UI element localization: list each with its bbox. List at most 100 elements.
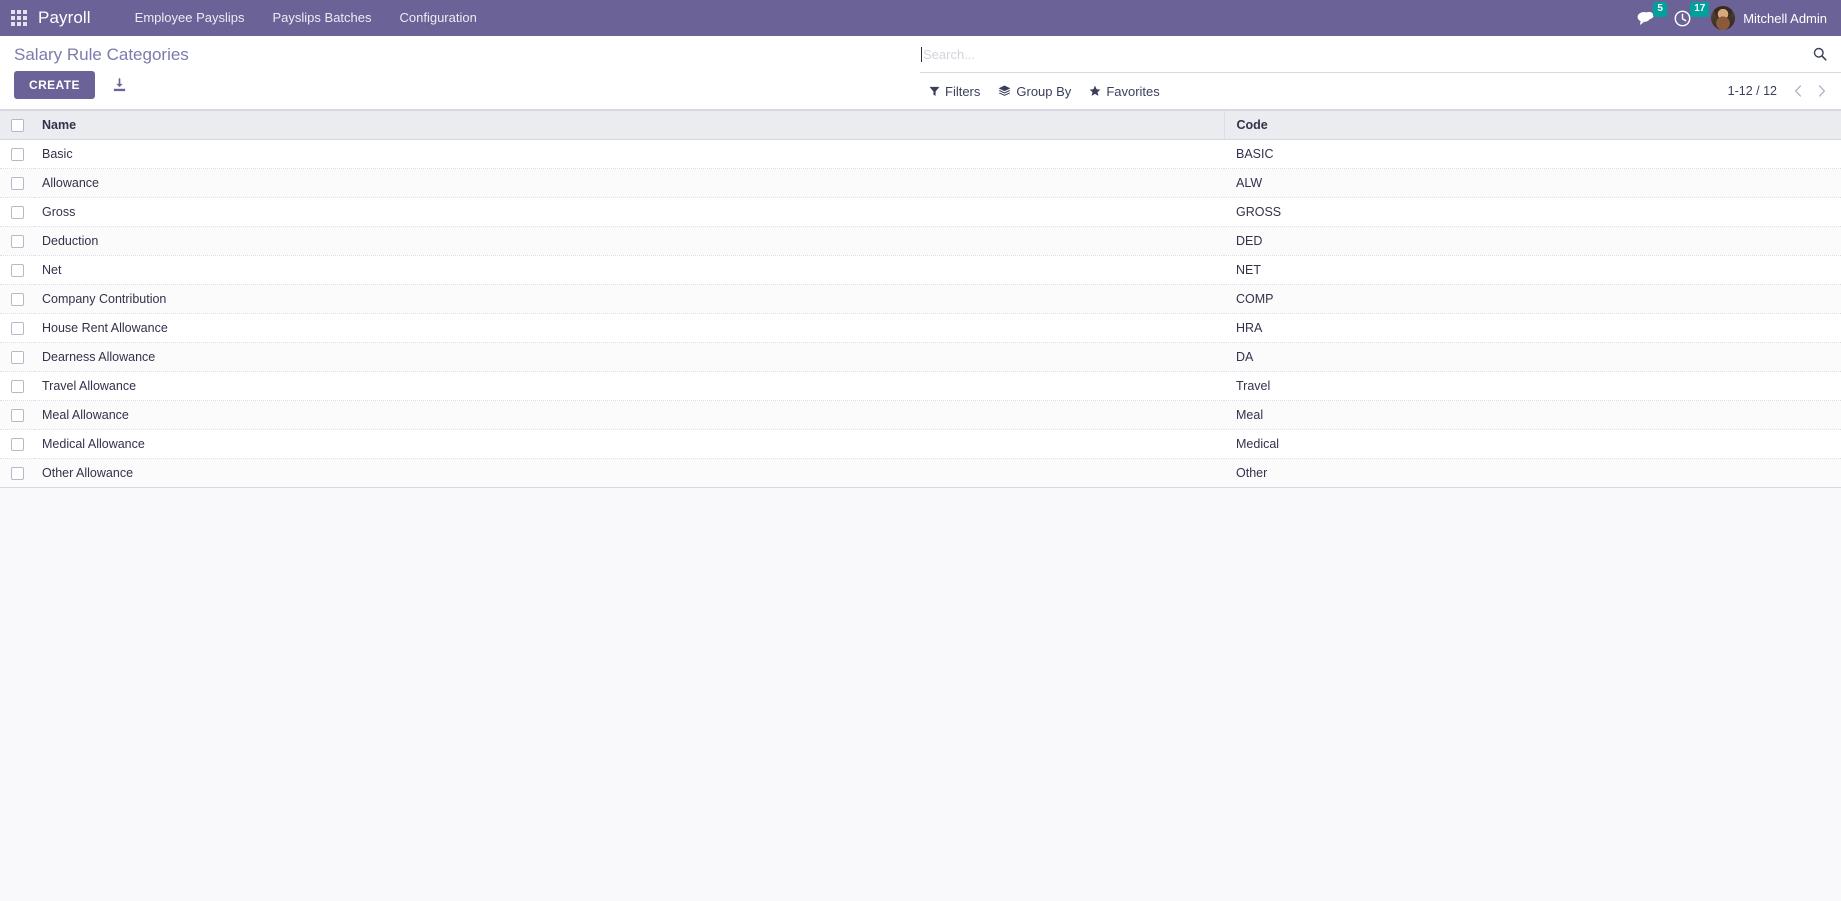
control-panel-left: Salary Rule Categories CREATE: [0, 36, 920, 99]
table-row[interactable]: Meal Allowance Meal: [0, 400, 1841, 430]
messages-badge: 5: [1653, 2, 1668, 17]
column-header-name[interactable]: Name: [34, 110, 1224, 140]
activities-badge: 17: [1690, 2, 1710, 17]
cell-code[interactable]: NET: [1224, 255, 1841, 285]
page-title: Salary Rule Categories: [14, 45, 189, 64]
table-row[interactable]: Dearness Allowance DA: [0, 342, 1841, 372]
chevron-right-icon: [1818, 85, 1826, 97]
export-button[interactable]: [109, 74, 131, 96]
cell-code[interactable]: Travel: [1224, 371, 1841, 401]
row-checkbox[interactable]: [10, 380, 24, 394]
row-select-cell: [0, 284, 34, 314]
column-header-code[interactable]: Code: [1223, 110, 1841, 140]
cell-name[interactable]: Deduction: [34, 226, 1224, 256]
brand-payroll[interactable]: Payroll: [38, 8, 97, 28]
select-all-checkbox[interactable]: [10, 119, 24, 133]
navbar-menu: Employee Payslips Payslips Batches Confi…: [121, 0, 491, 36]
row-checkbox[interactable]: [10, 409, 24, 423]
filter-icon: [929, 86, 940, 96]
table-row[interactable]: Other Allowance Other: [0, 458, 1841, 488]
table-row[interactable]: Allowance ALW: [0, 168, 1841, 198]
cell-name[interactable]: Other Allowance: [34, 458, 1224, 488]
table-row[interactable]: Medical Allowance Medical: [0, 429, 1841, 459]
cell-code[interactable]: DA: [1224, 342, 1841, 372]
control-panel-buttons: CREATE: [14, 71, 920, 99]
table-row[interactable]: Travel Allowance Travel: [0, 371, 1841, 401]
row-select-cell: [0, 255, 34, 285]
cell-code[interactable]: ALW: [1224, 168, 1841, 198]
nav-item-employee-payslips[interactable]: Employee Payslips: [121, 0, 259, 36]
pager: 1-12 / 12: [1728, 80, 1833, 102]
cell-name[interactable]: Meal Allowance: [34, 400, 1224, 430]
list-view: Name Code Basic BASIC Allowance ALW Gross GRO…: [0, 110, 1841, 901]
cell-name[interactable]: Dearness Allowance: [34, 342, 1224, 372]
cell-code[interactable]: Meal: [1224, 400, 1841, 430]
cell-name[interactable]: Travel Allowance: [34, 371, 1224, 401]
cell-name[interactable]: Gross: [34, 197, 1224, 227]
cell-name[interactable]: Basic: [34, 140, 1224, 169]
table-row[interactable]: Deduction DED: [0, 226, 1841, 256]
group-by-button[interactable]: Group By: [989, 80, 1080, 103]
select-all-header: [0, 110, 34, 140]
cell-code[interactable]: Other: [1224, 458, 1841, 488]
nav-item-configuration[interactable]: Configuration: [386, 0, 491, 36]
pager-previous-button[interactable]: [1787, 80, 1809, 102]
cell-name[interactable]: Net: [34, 255, 1224, 285]
row-checkbox[interactable]: [10, 293, 24, 307]
cell-name[interactable]: Company Contribution: [34, 284, 1224, 314]
table-row[interactable]: Company Contribution COMP: [0, 284, 1841, 314]
pager-value: 1-12 / 12: [1727, 84, 1777, 98]
search-button[interactable]: [1807, 41, 1833, 67]
cell-name[interactable]: House Rent Allowance: [34, 313, 1224, 343]
filters-button[interactable]: Filters: [920, 80, 989, 103]
cell-code[interactable]: GROSS: [1224, 197, 1841, 227]
table-row[interactable]: Gross GROSS: [0, 197, 1841, 227]
navbar-systray: 5 17 Mitchell Admin: [1629, 0, 1841, 36]
apps-menu-button[interactable]: [0, 0, 38, 36]
create-button[interactable]: CREATE: [14, 71, 95, 99]
row-checkbox[interactable]: [10, 322, 24, 336]
table-row[interactable]: Net NET: [0, 255, 1841, 285]
search-view: [920, 36, 1841, 73]
favorites-button[interactable]: Favorites: [1080, 80, 1168, 103]
cell-name[interactable]: Medical Allowance: [34, 429, 1224, 459]
table-row[interactable]: House Rent Allowance HRA: [0, 313, 1841, 343]
search-icon: [1813, 47, 1827, 61]
search-input[interactable]: [923, 46, 1807, 62]
row-checkbox[interactable]: [10, 148, 24, 162]
cell-code[interactable]: COMP: [1224, 284, 1841, 314]
table-row[interactable]: Basic BASIC: [0, 140, 1841, 169]
row-select-cell: [0, 168, 34, 198]
control-panel-right: Filters Group By Favorites 1-12 / 12: [920, 36, 1841, 109]
cell-name[interactable]: Allowance: [34, 168, 1224, 198]
pager-next-button[interactable]: [1811, 80, 1833, 102]
user-menu-button[interactable]: Mitchell Admin: [1703, 0, 1831, 36]
avatar: [1711, 6, 1736, 30]
row-checkbox[interactable]: [10, 206, 24, 220]
nav-item-payslips-batches[interactable]: Payslips Batches: [259, 0, 386, 36]
row-checkbox[interactable]: [10, 351, 24, 365]
row-select-cell: [0, 226, 34, 256]
row-checkbox[interactable]: [10, 264, 24, 278]
cell-code[interactable]: HRA: [1224, 313, 1841, 343]
row-checkbox[interactable]: [10, 438, 24, 452]
messages-button[interactable]: 5: [1629, 0, 1668, 36]
row-select-cell: [0, 400, 34, 430]
row-checkbox[interactable]: [10, 467, 24, 481]
row-checkbox[interactable]: [10, 235, 24, 249]
table-body: Basic BASIC Allowance ALW Gross GROSS Deductio…: [0, 140, 1841, 488]
cell-code[interactable]: Medical: [1224, 429, 1841, 459]
row-checkbox[interactable]: [10, 177, 24, 191]
layers-icon: [998, 85, 1011, 96]
username-label: Mitchell Admin: [1743, 10, 1827, 26]
row-select-cell: [0, 429, 34, 459]
cell-code[interactable]: DED: [1224, 226, 1841, 256]
activities-button[interactable]: 17: [1666, 0, 1710, 36]
row-select-cell: [0, 342, 34, 372]
clock-icon: [1674, 10, 1691, 26]
cell-code[interactable]: BASIC: [1224, 140, 1841, 169]
star-icon: [1089, 85, 1101, 96]
download-icon: [114, 77, 126, 91]
records-table: Name Code Basic BASIC Allowance ALW Gross GRO…: [0, 110, 1841, 488]
control-panel: Salary Rule Categories CREATE Search... …: [0, 36, 1841, 110]
